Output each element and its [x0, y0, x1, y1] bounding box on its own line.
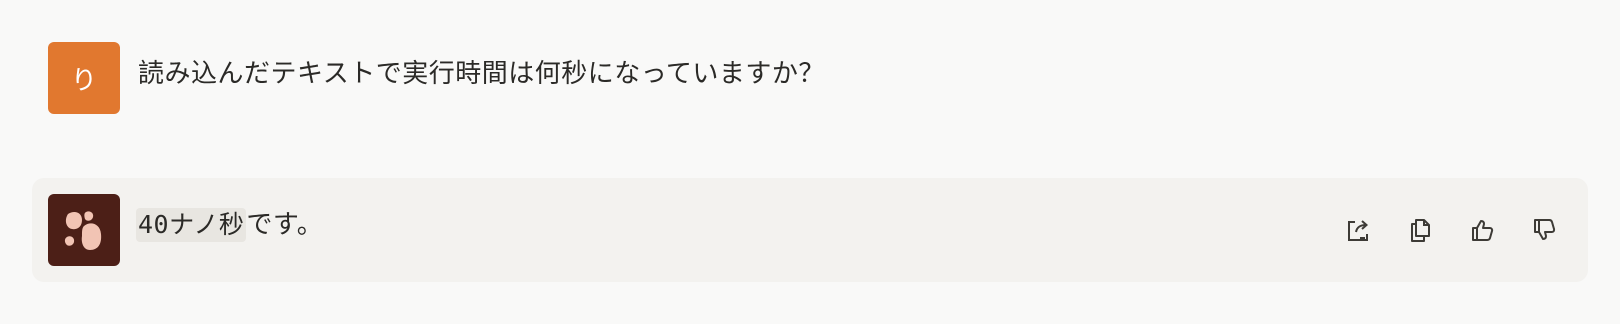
- assistant-logo-icon: [64, 211, 102, 250]
- assistant-text-suffix: です。: [246, 210, 324, 240]
- user-message-text: 読み込んだテキストで実行時間は何秒になっていますか？: [138, 59, 825, 89]
- assistant-message-text: 40ナノ秒 です。: [136, 208, 323, 242]
- thumbs-up-icon: [1472, 220, 1494, 241]
- user-avatar: り: [48, 42, 120, 114]
- assistant-avatar: [48, 194, 120, 266]
- share-button[interactable]: [1338, 210, 1378, 250]
- message-actions: [1338, 210, 1564, 250]
- share-icon: [1348, 220, 1369, 241]
- thumbs-down-button[interactable]: [1524, 210, 1564, 250]
- assistant-message: 40ナノ秒 です。: [32, 178, 1588, 282]
- copy-icon: [1411, 219, 1430, 242]
- copy-button[interactable]: [1400, 210, 1440, 250]
- thumbs-down-icon: [1534, 219, 1556, 240]
- user-avatar-initial: り: [70, 65, 97, 96]
- user-message: り 読み込んだテキストで実行時間は何秒になっていますか？: [48, 42, 825, 114]
- inline-code: 40ナノ秒: [136, 208, 247, 242]
- thumbs-up-button[interactable]: [1462, 210, 1502, 250]
